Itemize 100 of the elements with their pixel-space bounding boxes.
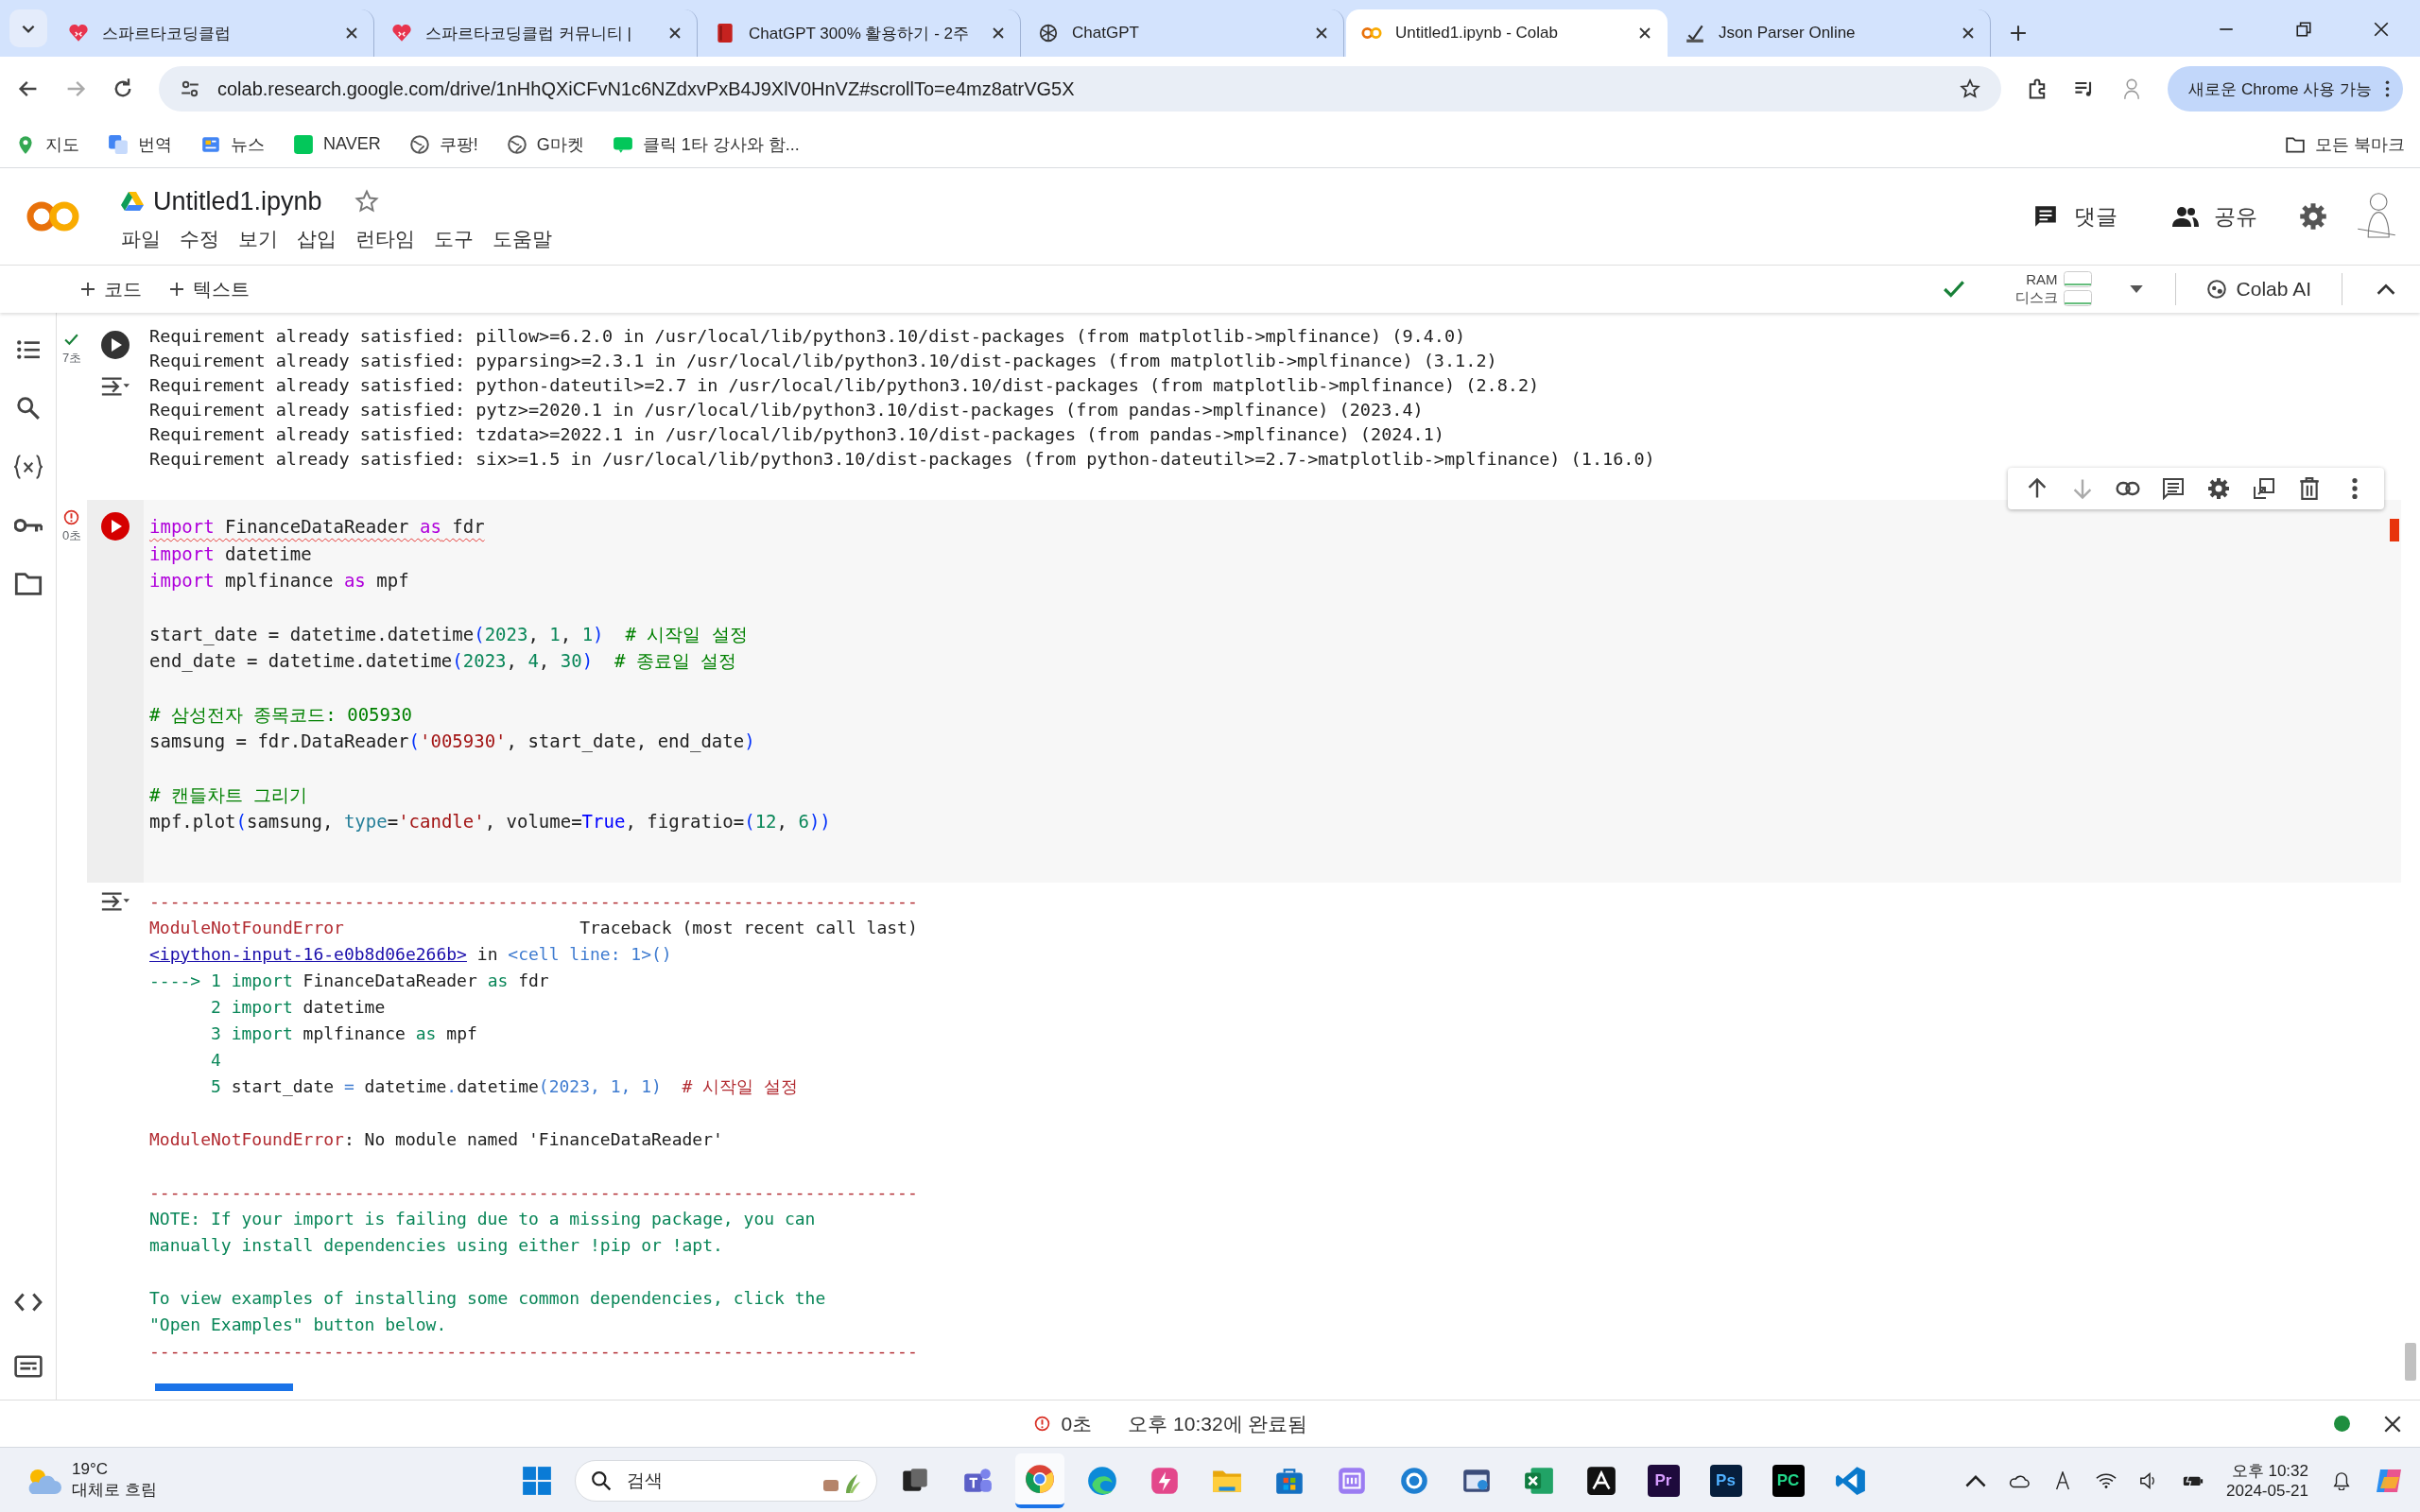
menu-item[interactable]: 파일 bbox=[121, 225, 161, 252]
output-line: Requirement already satisfied: pytz>=2020.1 in /usr/local/lib/python3.10/dist-packages (from pandas->mplfinance) (2023.4) bbox=[149, 399, 1424, 421]
traceback-line: ModuleNotFoundError Traceback (most recent call last) bbox=[149, 916, 918, 939]
delete-icon[interactable] bbox=[2297, 477, 2322, 500]
bookmark-item[interactable]: G마켓 bbox=[506, 132, 584, 156]
plus-icon bbox=[170, 283, 183, 296]
close-icon[interactable] bbox=[2373, 21, 2390, 38]
close-icon[interactable] bbox=[2384, 1415, 2401, 1433]
settings-icon[interactable] bbox=[2206, 477, 2231, 500]
wave-browser-icon bbox=[1085, 1464, 1118, 1497]
output-line: Requirement already satisfied: six>=1.5 in /usr/local/lib/python3.10/dist-packages (from python-dateutil>=2.7->matplotlib->mplfinance) (1.16.0) bbox=[149, 448, 1655, 471]
taskbar-button[interactable]: PC bbox=[1763, 1452, 1813, 1508]
square-logo-icon bbox=[293, 133, 314, 155]
close-icon[interactable] bbox=[1638, 26, 1651, 40]
browser-tab[interactable]: Untitled1.ipynb - Colab bbox=[1346, 9, 1668, 57]
mirror-cell-icon[interactable] bbox=[2252, 477, 2276, 500]
traceback-link[interactable]: <ipython-input-16-e0b8d06e266b> bbox=[149, 943, 467, 964]
bookmark-item[interactable]: 뉴스 bbox=[200, 132, 265, 156]
traceback-line: --------------------------------------------------------------------------- bbox=[149, 889, 918, 913]
code-line: mpf.plot(samsung, type='candle', volume=True, figratio=(12, 6)) bbox=[149, 810, 831, 833]
dropdown-icon[interactable] bbox=[2129, 284, 2143, 294]
bookmark-item[interactable]: 번역 bbox=[108, 132, 172, 156]
check-icon bbox=[63, 332, 80, 348]
code-line: import datetime bbox=[149, 541, 312, 566]
collapse-icon[interactable] bbox=[2377, 284, 2395, 295]
update-chrome-button[interactable]: 새로운 Chrome 사용 가능 bbox=[2168, 66, 2403, 112]
taskbar-button[interactable]: Ps bbox=[1701, 1452, 1751, 1508]
execution-time: 7초 bbox=[61, 350, 82, 367]
add-code-button[interactable]: 코드 bbox=[76, 272, 147, 306]
traceback-line: 5 start_date = datetime.datetime(2023, 1, 1) # 시작일 설정 bbox=[210, 1074, 799, 1098]
url-text: colab.research.google.com/drive/1nHhQXiCFvN1c6NZdxvPxB4J9XlV0HnVZ#scrollTo=e4mz8atrVG5X bbox=[217, 77, 1076, 100]
add-text-button[interactable]: 텍스트 bbox=[164, 272, 255, 306]
partial-button[interactable] bbox=[155, 1383, 293, 1391]
book-icon bbox=[715, 23, 735, 43]
error-icon bbox=[63, 509, 80, 525]
knot-icon bbox=[1038, 23, 1059, 43]
wifi-icon[interactable] bbox=[2096, 1470, 2118, 1490]
error-icon bbox=[1033, 1416, 1050, 1432]
taskbar-button[interactable]: Pr bbox=[1638, 1452, 1688, 1508]
notification-bell-icon[interactable] bbox=[2331, 1470, 2352, 1490]
folder-icon[interactable] bbox=[13, 572, 43, 596]
address-field[interactable]: colab.research.google.com/drive/1nHhQXiCFvN1c6NZdxvPxB4J9XlV0HnVZ#scrollTo=e4mz8atrVG5X bbox=[159, 66, 2002, 112]
settings-icon[interactable] bbox=[2299, 202, 2327, 231]
bookmark-item[interactable]: 지도 bbox=[15, 132, 79, 156]
status-time: 0초 bbox=[1061, 1411, 1093, 1436]
app-tile: Ps bbox=[1709, 1464, 1742, 1497]
menu-item[interactable]: 삽입 bbox=[297, 225, 337, 252]
run-button[interactable] bbox=[100, 511, 130, 541]
output-actions-icon[interactable] bbox=[100, 375, 130, 398]
taskbar-search-field[interactable]: 검색 bbox=[574, 1459, 877, 1502]
bookmark-item[interactable]: 클릭 1타 강사와 함... bbox=[612, 132, 800, 156]
error-marker bbox=[2390, 519, 2399, 541]
search-icon bbox=[590, 1469, 612, 1491]
smiley-icon bbox=[2205, 279, 2227, 300]
menu-item[interactable]: 도움말 bbox=[493, 225, 552, 252]
drive-icon[interactable] bbox=[121, 191, 144, 212]
close-icon[interactable] bbox=[1962, 26, 1975, 40]
code-snippets-icon[interactable] bbox=[13, 1290, 43, 1314]
traceback-line: 2 import datetime bbox=[210, 995, 386, 1019]
comment-icon[interactable] bbox=[2161, 477, 2186, 500]
share-button[interactable]: 공유 bbox=[2159, 194, 2271, 239]
terminal-icon[interactable] bbox=[13, 1354, 43, 1379]
close-icon[interactable] bbox=[1315, 26, 1328, 40]
tab-search-button[interactable] bbox=[9, 9, 47, 47]
search-input[interactable]: 검색 bbox=[624, 1469, 806, 1492]
scrollbar-thumb[interactable] bbox=[2405, 1343, 2416, 1381]
colab-ai-button[interactable]: Colab AI bbox=[2192, 272, 2325, 306]
bookmark-item[interactable]: NAVER bbox=[293, 133, 381, 155]
bookmark-item[interactable]: 쿠팡! bbox=[408, 132, 478, 156]
app-tile: Pr bbox=[1647, 1464, 1680, 1497]
comment-button[interactable]: 댓글 bbox=[2019, 194, 2131, 239]
close-icon[interactable] bbox=[992, 26, 1005, 40]
bookmark-star-icon[interactable] bbox=[1960, 78, 1981, 99]
menu-item[interactable]: 도구 bbox=[434, 225, 474, 252]
usage-graph-icon bbox=[2063, 290, 2092, 306]
code-line: import FinanceDataReader as fdr bbox=[149, 515, 485, 539]
site-settings-icon[interactable] bbox=[180, 78, 200, 99]
star-icon[interactable] bbox=[354, 189, 379, 214]
new-tab-icon[interactable] bbox=[2010, 25, 2027, 42]
close-icon[interactable] bbox=[345, 26, 358, 40]
run-button[interactable] bbox=[100, 330, 130, 360]
output-actions-icon[interactable] bbox=[100, 889, 130, 913]
close-icon[interactable] bbox=[668, 26, 682, 40]
output-line: Requirement already satisfied: tzdata>=2022.1 in /usr/local/lib/python3.10/dist-packages (from pandas->mplfinance) (2024.1) bbox=[149, 423, 1444, 446]
notebook-title[interactable]: Untitled1.ipynb bbox=[153, 186, 322, 216]
restore-icon[interactable] bbox=[2295, 21, 2312, 38]
output-line: Requirement already satisfied: pillow>=6.2.0 in /usr/local/lib/python3.10/dist-packages (from matplotlib->mplfinance) (9.4.0) bbox=[149, 325, 1466, 348]
browser-icon bbox=[1023, 1462, 1056, 1495]
resource-label: 디스크 bbox=[2014, 289, 2058, 307]
weather-text: 대체로 흐림 bbox=[72, 1480, 157, 1501]
menu-item[interactable]: 보기 bbox=[238, 225, 278, 252]
code-line: # 캔들차트 그리기 bbox=[149, 782, 308, 807]
clock[interactable]: 오후 10:32 2024-05-21 bbox=[2226, 1460, 2308, 1501]
globe-icon bbox=[408, 133, 430, 155]
variables-icon[interactable] bbox=[13, 455, 43, 479]
traceback-line: NOTE: If your import is failing due to a missing package, you can bbox=[149, 1207, 816, 1230]
menu-item[interactable]: 수정 bbox=[180, 225, 219, 252]
traceback-line: ModuleNotFoundError: No module named 'FinanceDataReader' bbox=[149, 1127, 723, 1151]
all-bookmarks-item[interactable]: 모든 북마크 bbox=[2285, 132, 2405, 156]
menu-item[interactable]: 런타임 bbox=[355, 225, 415, 252]
